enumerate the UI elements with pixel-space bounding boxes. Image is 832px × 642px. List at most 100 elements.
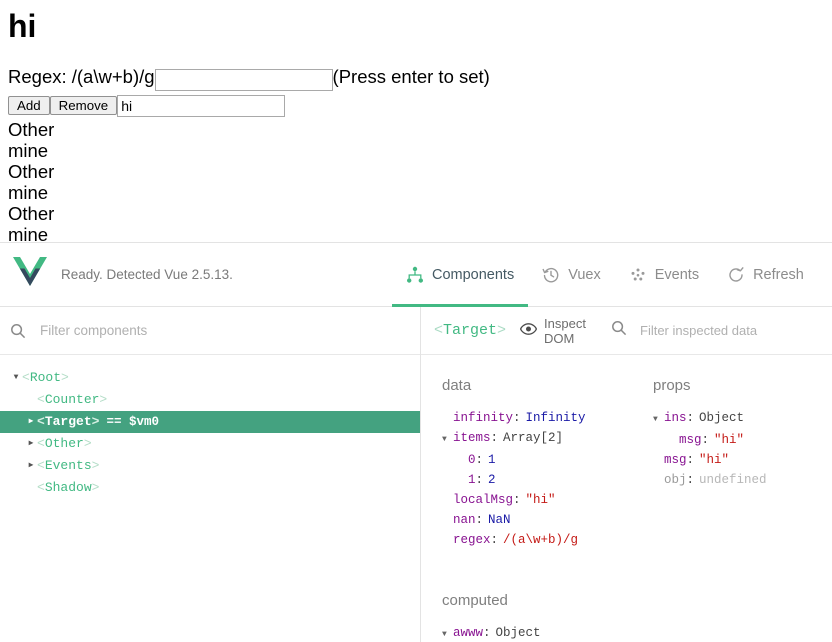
tree-node-label: <Other>: [37, 436, 92, 451]
data-row[interactable]: nan: NaN: [442, 510, 632, 530]
refresh-icon: [727, 266, 745, 284]
tree-node-target[interactable]: ▶ <Target> == $vm0: [0, 411, 420, 433]
list-item: Other: [8, 118, 55, 140]
props-rows: ▼ ins: Object msg: "hi" msg: "hi" obj: undefined: [653, 408, 832, 490]
colon: :: [701, 433, 710, 447]
data-row[interactable]: 1:2: [442, 470, 632, 490]
props-row[interactable]: ▼ ins: Object: [653, 408, 832, 430]
data-value: 2: [488, 473, 496, 487]
data-value: Infinity: [525, 411, 586, 425]
tree-node-shadow[interactable]: <Shadow>: [0, 477, 420, 499]
tree-node-label: <Target>: [37, 414, 100, 429]
inspector-pane: <Target> Inspect DOM Filter inspected da…: [421, 307, 832, 642]
item-list: Other mine Other mine Other mine: [8, 119, 824, 243]
chevron-right-icon[interactable]: ▶: [25, 455, 37, 477]
tab-label: Components: [432, 267, 515, 283]
data-value: "hi": [525, 493, 556, 507]
colon: :: [686, 411, 695, 425]
colon: :: [475, 473, 484, 487]
inspect-dom-label: Inspect DOM: [544, 315, 586, 346]
add-button[interactable]: Add: [8, 96, 50, 115]
inspector-toolbar: <Target> Inspect DOM: [421, 307, 832, 355]
filter-components-input[interactable]: [38, 322, 342, 339]
tree-node-label: <Events>: [37, 458, 100, 473]
regex-input[interactable]: [154, 68, 333, 91]
chevron-right-icon[interactable]: ▶: [25, 411, 37, 433]
colon: :: [483, 626, 491, 640]
data-row[interactable]: infinity: Infinity: [442, 408, 632, 428]
devtools-tab-bar: Components Vuex Events Refresh: [392, 243, 818, 307]
regex-row: Regex: /(a\w+b)/g (Press enter to set): [8, 66, 824, 91]
eye-icon: [519, 322, 538, 340]
tree-node-label: <Counter>: [37, 392, 108, 407]
chevron-right-icon[interactable]: ▶: [25, 433, 37, 455]
data-row[interactable]: regex: /(a\w+b)/g: [442, 530, 632, 550]
tab-refresh[interactable]: Refresh: [713, 243, 818, 307]
tab-label: Events: [654, 267, 700, 283]
colon: :: [475, 513, 484, 527]
component-tree: ▼ <Root> <Counter> ▶ <Target> == $vm0 ▶ <Other>…: [0, 355, 420, 499]
data-key: items: [453, 431, 491, 445]
chevron-down-icon[interactable]: ▼: [442, 430, 453, 450]
data-key: regex: [453, 533, 491, 547]
devtools-status-text: Ready. Detected Vue 2.5.13.: [61, 267, 233, 282]
controls-row: Add Remove: [8, 94, 824, 117]
search-icon: [611, 320, 627, 341]
data-key: infinity: [453, 411, 514, 425]
inspected-component-name: <Target>: [434, 322, 507, 339]
chevron-down-icon[interactable]: ▼: [653, 410, 664, 430]
props-key: msg: [664, 453, 687, 467]
data-section: data infinity: Infinity ▼ items: Array[2] 0:1…: [421, 377, 632, 642]
list-item: mine: [8, 181, 49, 203]
computed-value: Object: [495, 626, 541, 640]
props-key: obj: [664, 473, 687, 487]
list-item: mine: [8, 223, 49, 243]
data-key: nan: [453, 513, 476, 527]
data-key: localMsg: [453, 493, 514, 507]
props-section: props ▼ ins: Object msg: "hi" msg: "hi" obj: und…: [632, 377, 832, 642]
chevron-down-icon[interactable]: ▼: [10, 367, 22, 389]
chevron-down-icon[interactable]: ▼: [442, 625, 453, 642]
remove-button[interactable]: Remove: [49, 96, 118, 115]
tree-node-counter[interactable]: <Counter>: [0, 389, 420, 411]
props-row[interactable]: msg: "hi": [653, 450, 832, 470]
vm-instance-tag: == $vm0: [106, 415, 159, 429]
tree-node-root[interactable]: ▼ <Root>: [0, 367, 420, 389]
data-row[interactable]: 0:1: [442, 450, 632, 470]
vue-logo-icon: [13, 257, 47, 292]
props-section-title: props: [653, 377, 691, 394]
filter-inspected-data-input[interactable]: [638, 322, 832, 339]
data-row[interactable]: localMsg: "hi": [442, 490, 632, 510]
data-row[interactable]: ▼ items: Array[2]: [442, 428, 632, 450]
search-icon: [10, 323, 26, 339]
data-key: 1: [468, 473, 476, 487]
list-item: mine: [8, 139, 49, 161]
props-row[interactable]: obj: undefined: [653, 470, 832, 490]
data-value: /(a\w+b)/g: [503, 533, 579, 547]
inspector-filter-group: [611, 320, 832, 341]
props-value: "hi": [699, 453, 730, 467]
computed-rows: ▼awww:Object▶a:Object: [442, 623, 632, 642]
props-row[interactable]: msg: "hi": [653, 430, 832, 450]
list-item: Other: [8, 202, 55, 224]
props-value: Object: [699, 411, 745, 425]
vue-devtools-panel: Ready. Detected Vue 2.5.13. Components Vu…: [0, 242, 832, 642]
tab-components[interactable]: Components: [392, 243, 529, 307]
demo-app-area: hi Regex: /(a\w+b)/g (Press enter to set)…: [0, 0, 832, 242]
tree-node-other[interactable]: ▶ <Other>: [0, 433, 420, 455]
computed-key: awww: [453, 626, 484, 640]
inspect-dom-button[interactable]: Inspect DOM: [519, 315, 593, 346]
regex-label: Regex: /(a\w+b)/g: [8, 66, 155, 87]
message-input[interactable]: [117, 94, 286, 117]
colon: :: [490, 431, 499, 445]
computed-row[interactable]: ▼ awww: Object: [442, 623, 632, 642]
data-value: 1: [488, 453, 496, 467]
colon: :: [490, 533, 499, 547]
data-value: NaN: [488, 513, 511, 527]
colon: :: [686, 453, 695, 467]
tab-label: Refresh: [753, 267, 804, 283]
list-item: Other: [8, 160, 55, 182]
tab-events[interactable]: Events: [615, 243, 713, 307]
tab-vuex[interactable]: Vuex: [528, 243, 615, 307]
tree-node-events[interactable]: ▶ <Events>: [0, 455, 420, 477]
